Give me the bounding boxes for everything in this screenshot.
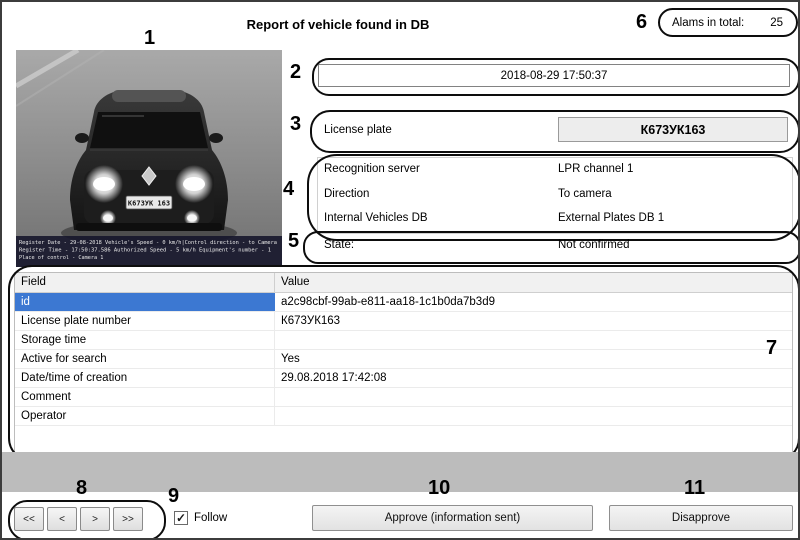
event-datetime-field[interactable]: 2018-08-29 17:50:37 (318, 64, 790, 87)
internal-db-label: Internal Vehicles DB (324, 212, 428, 224)
vehicle-photo-render: К673УК 163 Register Date - 29-08-2018 Ve… (16, 50, 282, 267)
table-row[interactable]: Date/time of creation 29.08.2018 17:42:0… (15, 369, 792, 388)
foglight-right (187, 215, 197, 222)
annotation-5: 5 (288, 231, 299, 251)
table-row[interactable]: id a2c98cbf-99ab-e811-aa18-1c1b0da7b3d9 (15, 293, 792, 312)
table-cell-value[interactable]: 29.08.2018 17:42:08 (275, 369, 792, 387)
report-window: Report of vehicle found in DB Alams in t… (0, 0, 800, 540)
annotation-9: 9 (168, 486, 179, 506)
table-row[interactable]: Operator (15, 407, 792, 426)
photo-overlay-line1: Register Date - 29-08-2018 Vehicle's Spe… (19, 240, 277, 246)
table-row[interactable]: Storage time (15, 331, 792, 350)
state-label: State: (324, 239, 354, 251)
direction-label: Direction (324, 188, 369, 200)
direction-value: To camera (558, 188, 612, 200)
record-navigation: << < > >> (14, 507, 143, 531)
photo-overlay-line3: Place of control - Camera 1 (19, 255, 103, 261)
annotation-6: 6 (636, 12, 647, 32)
table-row[interactable]: License plate number К673УК163 (15, 312, 792, 331)
follow-checkbox[interactable]: ✓ (174, 511, 188, 525)
nav-previous-button[interactable]: < (47, 507, 77, 531)
annotation-4: 4 (283, 179, 294, 199)
bottom-gray-panel (2, 452, 798, 492)
photo-overlay-line2: Register Time - 17:50:37.586 Authorized … (19, 248, 271, 254)
recognition-server-label: Recognition server (324, 163, 420, 175)
checkmark-icon: ✓ (176, 512, 186, 524)
table-cell-value[interactable]: Yes (275, 350, 792, 368)
car-mirror-right (209, 133, 223, 143)
alarms-total-count: 25 (770, 17, 783, 29)
recognition-server-value: LPR channel 1 (558, 163, 633, 175)
foglight-left (103, 215, 113, 222)
annotation-1: 1 (144, 28, 155, 48)
table-cell-value[interactable]: К673УК163 (275, 312, 792, 330)
license-plate-field[interactable]: К673УК163 (558, 117, 788, 142)
car-mirror-left (75, 133, 89, 143)
table-row[interactable]: Active for search Yes (15, 350, 792, 369)
table-cell-field[interactable]: Date/time of creation (15, 369, 275, 387)
approve-button[interactable]: Approve (information sent) (312, 505, 593, 531)
annotation-11: 11 (684, 478, 705, 498)
table-cell-field[interactable]: License plate number (15, 312, 275, 330)
annotation-8: 8 (76, 478, 87, 498)
nav-first-button[interactable]: << (14, 507, 44, 531)
table-header-field[interactable]: Field (15, 273, 275, 292)
callout-oval-5 (303, 231, 800, 264)
car-license-plate-text: К673УК 163 (128, 200, 170, 208)
annotation-10: 10 (428, 478, 450, 498)
follow-label: Follow (194, 512, 227, 524)
state-value: Not confirmed (558, 239, 630, 251)
table-cell-value[interactable] (275, 388, 792, 406)
license-plate-label: License plate (324, 124, 392, 136)
page-title: Report of vehicle found in DB (2, 17, 674, 32)
table-header-value[interactable]: Value (275, 273, 792, 292)
table-cell-field[interactable]: Comment (15, 388, 275, 406)
table-cell-value[interactable]: a2c98cbf-99ab-e811-aa18-1c1b0da7b3d9 (275, 293, 792, 311)
annotation-3: 3 (290, 114, 301, 134)
annotation-2: 2 (290, 62, 301, 82)
car-bumper (76, 223, 222, 231)
table-cell-field[interactable]: id (15, 293, 275, 311)
car-windshield (90, 112, 208, 148)
table-cell-field[interactable]: Storage time (15, 331, 275, 349)
table-cell-field[interactable]: Active for search (15, 350, 275, 368)
alarms-total-label: Alams in total: (672, 17, 744, 29)
internal-db-value: External Plates DB 1 (558, 212, 664, 224)
table-cell-field[interactable]: Operator (15, 407, 275, 425)
headlight-right (183, 177, 205, 191)
table-row[interactable]: Comment (15, 388, 792, 407)
disapprove-button[interactable]: Disapprove (609, 505, 793, 531)
car-roof (112, 90, 186, 102)
nav-last-button[interactable]: >> (113, 507, 143, 531)
table-header-row: Field Value (15, 273, 792, 293)
headlight-left (93, 177, 115, 191)
vehicle-photo: К673УК 163 Register Date - 29-08-2018 Ve… (16, 50, 282, 267)
table-cell-value[interactable] (275, 331, 792, 349)
alarms-total-callout: Alams in total: 25 (658, 8, 798, 37)
annotation-7: 7 (766, 338, 777, 358)
nav-next-button[interactable]: > (80, 507, 110, 531)
properties-table: Field Value id a2c98cbf-99ab-e811-aa18-1… (14, 272, 793, 453)
table-cell-value[interactable] (275, 407, 792, 425)
